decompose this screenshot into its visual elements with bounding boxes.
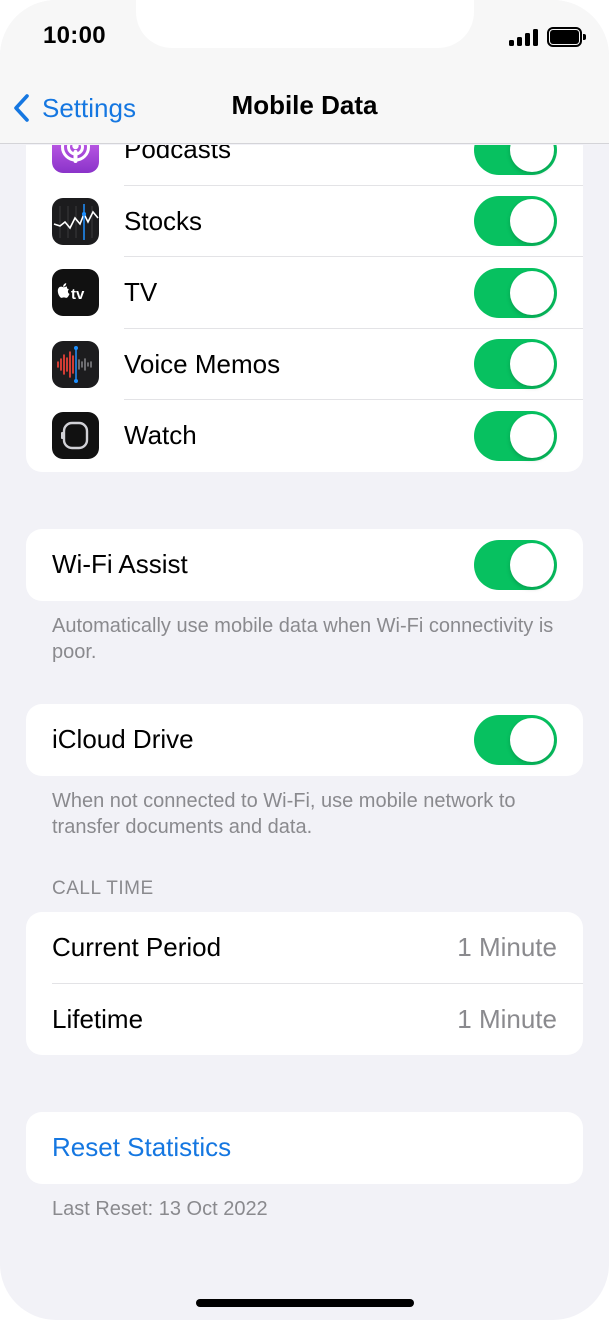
app-row-watch: Watch: [26, 400, 583, 472]
podcasts-icon: [52, 145, 99, 174]
navigation-bar: Settings Mobile Data: [0, 70, 609, 144]
wifi-assist-toggle[interactable]: [474, 539, 557, 590]
page-title: Mobile Data: [231, 90, 378, 120]
wifi-assist-label: Wi-Fi Assist: [52, 549, 188, 580]
current-period-label: Current Period: [52, 932, 222, 963]
app-label-podcasts: Podcasts: [124, 145, 231, 165]
call-time-group: Current Period 1 Minute Lifetime 1 Minut…: [26, 912, 583, 1055]
current-period-value: 1 Minute: [457, 932, 557, 963]
app-row-tv: tv TV: [26, 257, 583, 329]
phone-screen: 10:00 Settings Mobile Data Podcasts Stoc…: [0, 0, 609, 1320]
lifetime-label: Lifetime: [52, 1003, 144, 1034]
call-time-current-period-row: Current Period 1 Minute: [26, 912, 583, 984]
svg-text:tv: tv: [71, 286, 85, 303]
app-row-voice-memos: Voice Memos: [26, 329, 583, 400]
reset-statistics-label: Reset Statistics: [52, 1132, 232, 1163]
icloud-drive-toggle[interactable]: [474, 714, 557, 765]
wifi-assist-row: Wi-Fi Assist: [26, 529, 583, 601]
icloud-drive-row: iCloud Drive: [26, 704, 583, 776]
status-bar: 10:00: [0, 0, 609, 70]
voice-memos-toggle[interactable]: [474, 339, 557, 390]
lifetime-value: 1 Minute: [457, 1003, 557, 1034]
last-reset-footer: Last Reset: 13 Oct 2022: [52, 1198, 268, 1220]
stocks-toggle[interactable]: [474, 196, 557, 247]
app-row-stocks: Stocks: [26, 186, 583, 257]
tv-toggle[interactable]: [474, 267, 557, 318]
watch-icon: [52, 412, 99, 460]
battery-icon: [547, 27, 587, 47]
app-label-watch: Watch: [124, 420, 197, 451]
icloud-drive-footer: When not connected to Wi-Fi, use mobile …: [52, 790, 516, 838]
icloud-drive-group: iCloud Drive: [26, 704, 583, 776]
podcasts-toggle[interactable]: [474, 145, 557, 175]
reset-group: Reset Statistics: [26, 1112, 583, 1184]
home-indicator[interactable]: [196, 1299, 414, 1307]
wifi-assist-footer: Automatically use mobile data when Wi-Fi…: [52, 615, 554, 663]
reset-statistics-button[interactable]: Reset Statistics: [26, 1112, 583, 1184]
settings-list[interactable]: Podcasts Stocks tv TV Voice Memos Watch …: [0, 145, 609, 1320]
stocks-icon: [52, 197, 99, 245]
notch: [136, 0, 474, 48]
status-time: 10:00: [43, 22, 106, 49]
tv-icon: tv: [52, 269, 99, 317]
wifi-assist-group: Wi-Fi Assist: [26, 529, 583, 601]
cellular-signal-icon: [509, 29, 539, 46]
app-label-stocks: Stocks: [124, 205, 203, 236]
app-label-tv: TV: [124, 277, 158, 308]
call-time-lifetime-row: Lifetime 1 Minute: [26, 984, 583, 1056]
call-time-header: CALL TIME: [52, 878, 154, 899]
app-label-voice-memos: Voice Memos: [124, 348, 281, 379]
app-row-podcasts: Podcasts: [26, 145, 583, 186]
apps-group: Podcasts Stocks tv TV Voice Memos Watch: [26, 145, 583, 472]
voice-memos-icon: [52, 340, 99, 388]
icloud-drive-label: iCloud Drive: [52, 724, 194, 755]
watch-toggle[interactable]: [474, 410, 557, 461]
